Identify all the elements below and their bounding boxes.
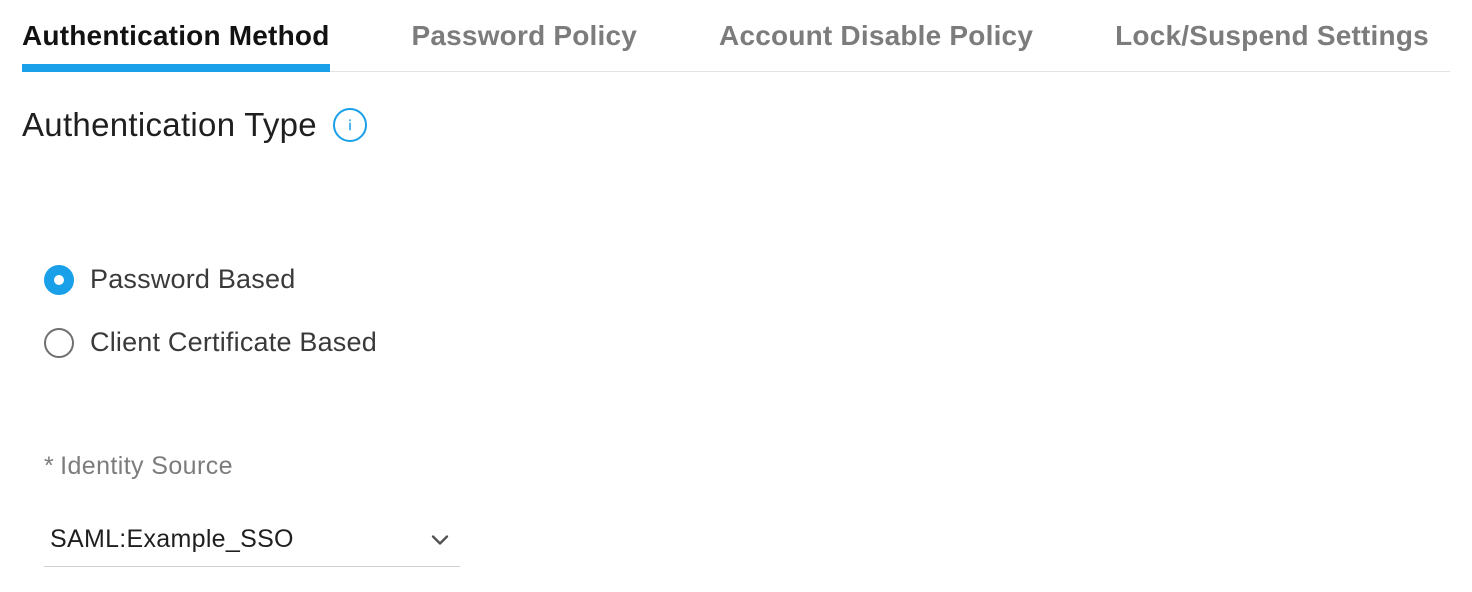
tab-account-disable-policy[interactable]: Account Disable Policy (719, 0, 1033, 71)
auth-type-radio-group: Password Based Client Certificate Based (22, 264, 1450, 358)
tab-password-policy[interactable]: Password Policy (412, 0, 638, 71)
identity-source-select[interactable]: SAML:Example_SSO (44, 517, 460, 567)
chevron-down-icon (426, 526, 454, 554)
info-icon[interactable] (333, 108, 367, 142)
tab-lock-suspend-settings[interactable]: Lock/Suspend Settings (1115, 0, 1429, 71)
section-heading: Authentication Type (22, 106, 1450, 144)
tab-bar: Authentication Method Password Policy Ac… (22, 0, 1450, 72)
field-label-text: Identity Source (60, 452, 233, 481)
section-title: Authentication Type (22, 106, 317, 144)
field-label: * Identity Source (44, 452, 233, 481)
radio-label: Client Certificate Based (90, 327, 377, 358)
identity-source-field: * Identity Source SAML:Example_SSO (22, 452, 1450, 567)
tab-label: Authentication Method (22, 20, 330, 52)
radio-client-certificate-based[interactable]: Client Certificate Based (44, 327, 1450, 358)
tab-authentication-method[interactable]: Authentication Method (22, 0, 330, 71)
tab-label: Password Policy (412, 20, 638, 52)
radio-label: Password Based (90, 264, 295, 295)
select-value: SAML:Example_SSO (50, 525, 294, 554)
radio-icon (44, 265, 74, 295)
radio-password-based[interactable]: Password Based (44, 264, 1450, 295)
required-mark: * (44, 452, 54, 481)
radio-icon (44, 328, 74, 358)
tab-label: Account Disable Policy (719, 20, 1033, 52)
tab-label: Lock/Suspend Settings (1115, 20, 1429, 52)
